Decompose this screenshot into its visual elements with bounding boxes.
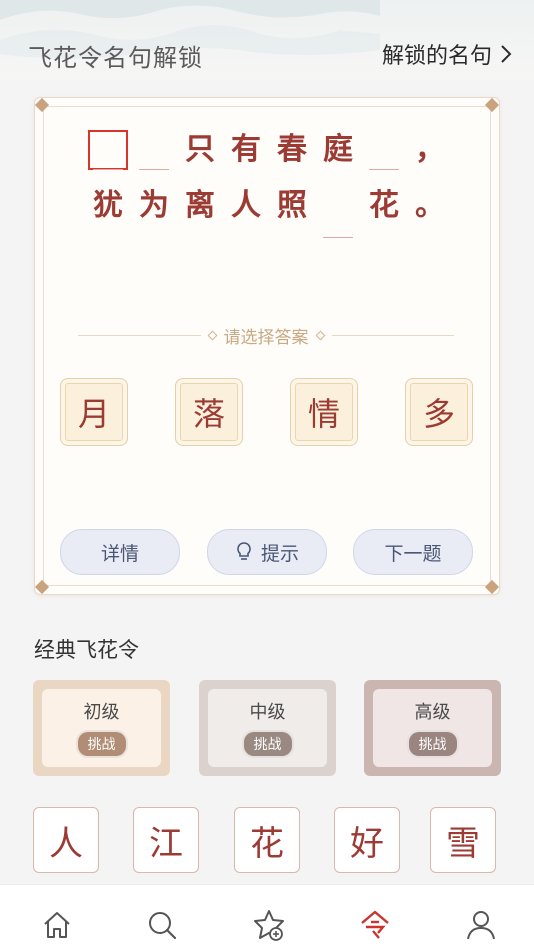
user-icon xyxy=(467,911,495,940)
level-card-inner: 初级 挑战 xyxy=(42,689,161,767)
answer-blank[interactable] xyxy=(131,130,177,170)
details-label: 详情 xyxy=(100,542,139,565)
divider xyxy=(78,334,201,336)
poem-char: 离 xyxy=(185,188,215,223)
section-title: 经典飞花令 xyxy=(34,638,139,662)
keyword-tile[interactable]: 好 xyxy=(334,807,400,873)
poem-char: 花 xyxy=(369,188,399,223)
keyword-tile[interactable]: 人 xyxy=(33,807,99,873)
divider xyxy=(331,334,454,336)
details-button[interactable]: 详情 xyxy=(60,529,180,575)
poem-punct: ， xyxy=(415,132,445,167)
poem-char: 庭 xyxy=(323,132,353,167)
answer-choice[interactable]: 月 xyxy=(60,378,128,446)
poem-char: 照 xyxy=(277,188,307,223)
answer-choice[interactable]: 多 xyxy=(405,378,473,446)
poem-char: 人 xyxy=(231,188,261,223)
challenge-badge: 挑战 xyxy=(75,730,128,758)
level-card-beginner[interactable]: 初级 挑战 xyxy=(33,680,170,776)
ling-icon xyxy=(361,910,389,939)
answer-choice[interactable]: 情 xyxy=(290,378,358,446)
keyword-tile[interactable]: 花 xyxy=(234,807,300,873)
level-name: 初级 xyxy=(83,702,120,723)
chevron-right-icon xyxy=(501,45,512,63)
select-answer-label: 请选择答案 xyxy=(78,322,454,348)
select-answer-text: 请选择答案 xyxy=(223,327,309,348)
nav-favorites[interactable] xyxy=(249,905,289,945)
diamond-icon xyxy=(315,330,325,340)
poem-char: 犹 xyxy=(93,188,123,223)
nav-home[interactable] xyxy=(37,905,77,945)
level-card-inner: 中级 挑战 xyxy=(208,689,327,767)
lightbulb-icon xyxy=(237,542,251,560)
level-name: 中级 xyxy=(249,702,286,723)
keyword-tile[interactable]: 江 xyxy=(133,807,199,873)
next-question-label: 下一题 xyxy=(384,542,442,565)
nav-search[interactable] xyxy=(142,905,182,945)
poem-line-2: 犹 为 离 人 照 花 。 xyxy=(85,186,453,238)
bottom-nav xyxy=(0,884,534,950)
answer-blank[interactable] xyxy=(361,130,407,170)
answer-choices: 月 落 情 多 xyxy=(60,378,474,448)
poem-punct: 。 xyxy=(415,188,445,223)
poem-line-1: 只 有 春 庭 ， xyxy=(85,130,453,170)
search-icon xyxy=(149,912,177,940)
level-card-advanced[interactable]: 高级 挑战 xyxy=(364,680,501,776)
poem-char: 为 xyxy=(139,188,169,223)
unlocked-phrases-link[interactable]: 解锁的名句 xyxy=(382,38,512,70)
answer-blank[interactable] xyxy=(315,198,361,238)
challenge-badge: 挑战 xyxy=(241,730,294,758)
level-card-inner: 高级 挑战 xyxy=(373,689,492,767)
nav-profile[interactable] xyxy=(461,905,501,945)
answer-choice[interactable]: 落 xyxy=(175,378,243,446)
hint-button[interactable]: 提示 xyxy=(207,529,327,575)
unlocked-link-label: 解锁的名句 xyxy=(381,44,492,69)
page-title: 飞花令名句解锁 xyxy=(28,44,203,72)
poem-char: 春 xyxy=(277,132,307,167)
nav-ling[interactable] xyxy=(355,905,395,945)
poem-char: 只 xyxy=(185,132,215,167)
level-name: 高级 xyxy=(414,702,451,723)
home-icon xyxy=(44,912,70,938)
star-add-icon xyxy=(254,910,284,941)
poem-char: 有 xyxy=(231,132,261,167)
next-question-button[interactable]: 下一题 xyxy=(353,529,473,575)
diamond-icon xyxy=(207,330,217,340)
answer-blank[interactable] xyxy=(85,130,131,170)
hint-label: 提示 xyxy=(260,542,299,565)
header: 飞花令名句解锁 解锁的名句 xyxy=(0,0,534,80)
level-card-intermediate[interactable]: 中级 挑战 xyxy=(199,680,336,776)
keyword-tile[interactable]: 雪 xyxy=(430,807,496,873)
challenge-badge: 挑战 xyxy=(406,730,459,758)
